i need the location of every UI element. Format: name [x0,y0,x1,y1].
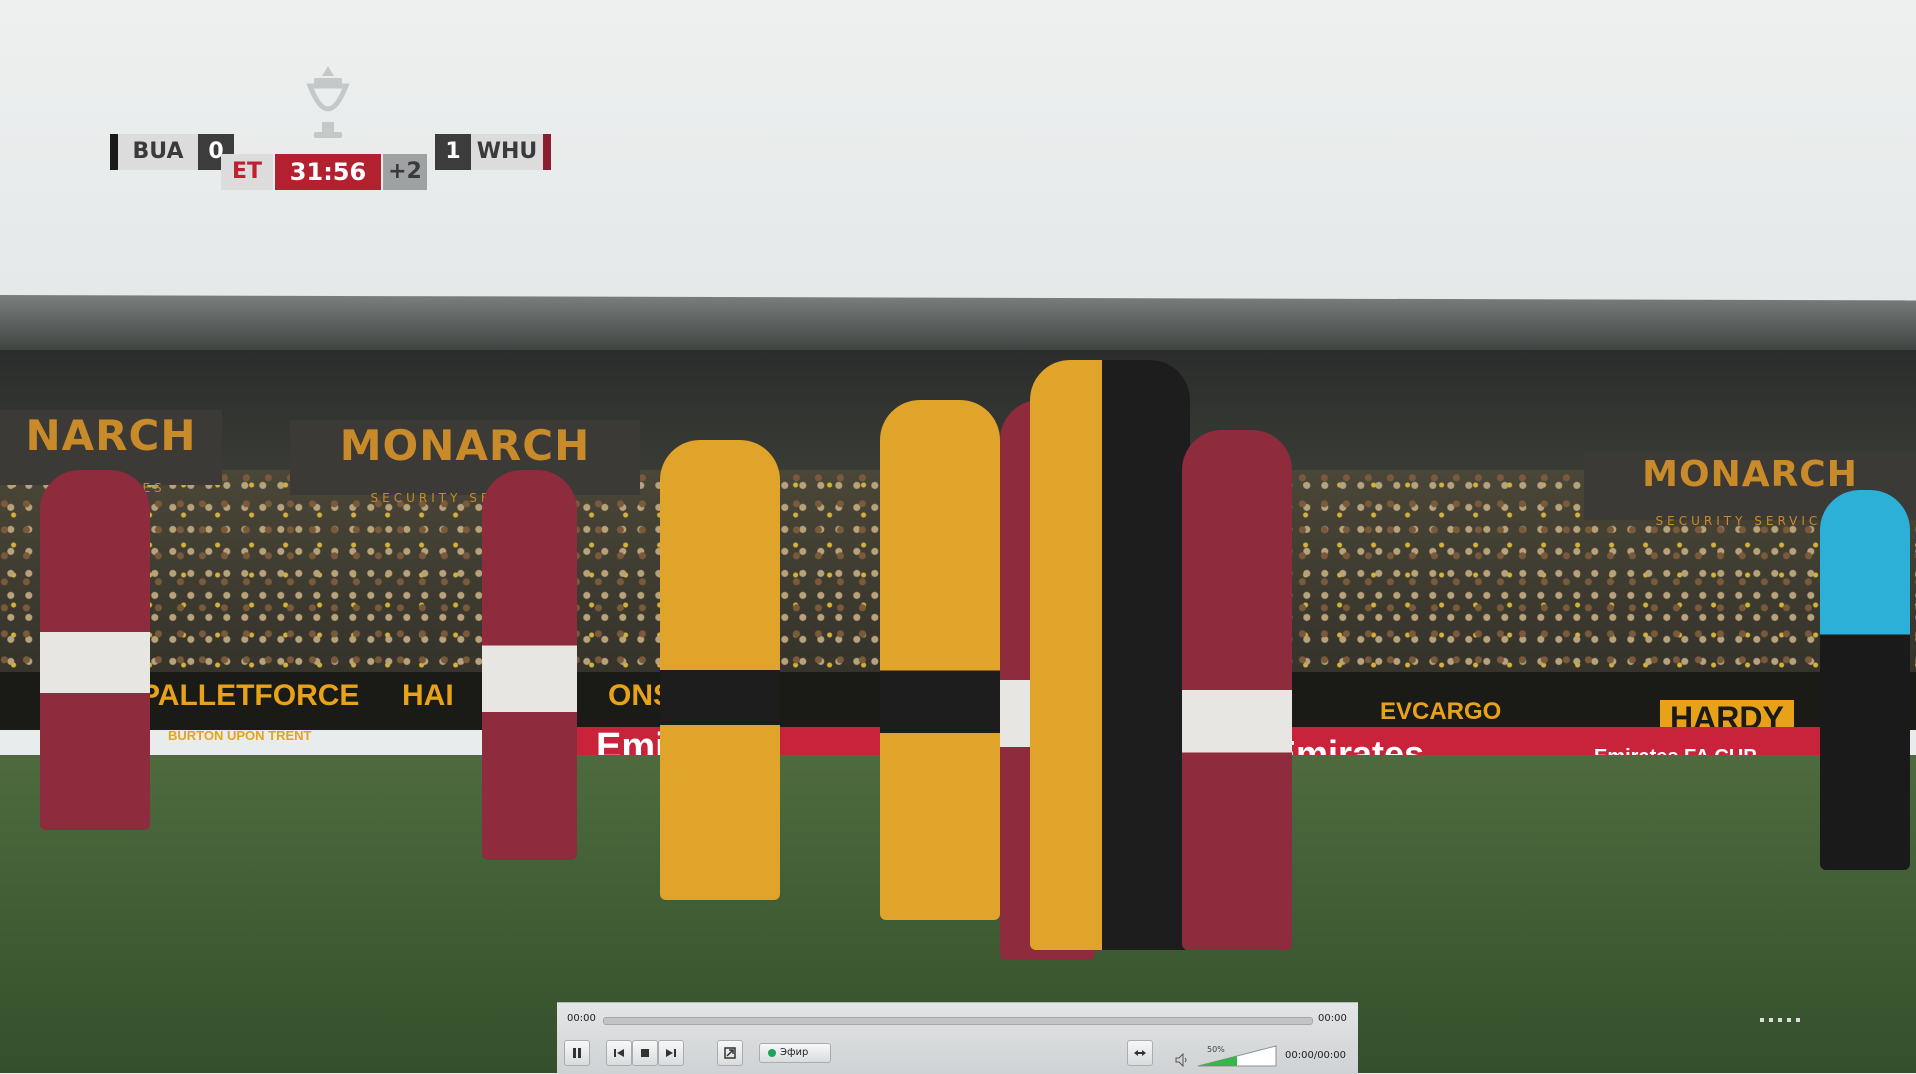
fa-cup-crest-icon [306,66,350,138]
away-team-name: WHU [471,134,543,170]
next-button[interactable] [658,1040,684,1066]
aspect-ratio-button[interactable] [1127,1040,1153,1066]
referee [1820,490,1910,870]
match-clock: 31:56 [275,154,381,190]
elapsed-time: 00:00 [567,1013,596,1024]
snapshot-button[interactable] [717,1040,743,1066]
aspect-ratio-icon [1134,1050,1146,1056]
duration-readout: 00:00/00:00 [1285,1050,1347,1061]
home-team-name: BUA [118,134,198,170]
more-options-icon[interactable] [1760,1017,1804,1023]
burton-ad: BURTON UPON TRENT [168,728,312,743]
hampsons-ad: HAI [402,679,454,712]
player-amber-black [1030,360,1190,950]
total-time: 00:00 [1318,1013,1347,1024]
player-claret-right [1182,430,1292,950]
player-amber-center [880,400,1000,920]
previous-button[interactable] [606,1040,632,1066]
palletforce-ad: PALLETFORCE [140,679,360,712]
media-controls: 00:00 00:00 Эфир 50% 00:00/00:00 [557,1002,1358,1074]
next-icon [666,1049,676,1057]
volume-slider[interactable] [1197,1045,1277,1067]
stand-roof [0,295,1916,355]
home-team-stripe [110,134,118,170]
stop-button[interactable] [632,1040,658,1066]
speaker-icon[interactable] [1175,1053,1189,1067]
seek-bar[interactable] [603,1017,1313,1025]
live-button[interactable]: Эфир [759,1043,831,1063]
stop-icon [641,1049,649,1057]
pause-button[interactable] [564,1040,590,1066]
period-indicator: ET [221,154,273,190]
player-claret-left [482,470,577,860]
pause-icon [573,1048,581,1058]
monarch-sign-center: MONARCH SECURITY SERVICES [290,420,640,505]
live-label: Эфир [780,1047,809,1058]
player-amber-left [660,440,780,900]
live-indicator-icon [768,1049,776,1057]
previous-icon [614,1049,624,1057]
evcargo-ad: EVCARGO [1380,698,1502,725]
player-left-edge [40,470,150,830]
away-team-stripe [543,134,551,170]
snapshot-icon [724,1047,736,1059]
away-score: 1 [435,134,471,170]
added-time: +2 [383,154,427,190]
